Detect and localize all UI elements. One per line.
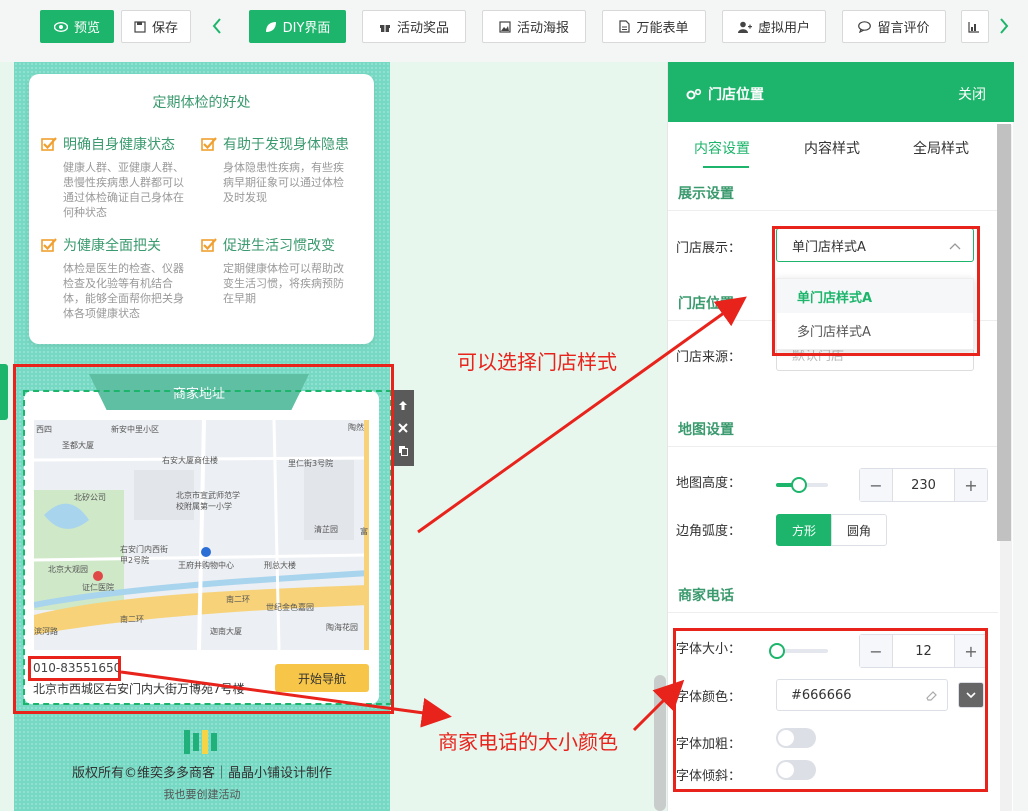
eye-icon <box>53 21 68 32</box>
comment-label: 留言评价 <box>877 21 930 36</box>
benefit-item: 为健康全面把关 体检是医生的检查、仪器检查及化验等有机结合体，能够全面帮你把关身… <box>41 235 191 321</box>
preview-scrollbar[interactable] <box>654 675 666 811</box>
diy-label: DIY界面 <box>282 21 331 36</box>
divider <box>668 446 998 447</box>
save-button[interactable]: 保存 <box>121 10 191 43</box>
annotation-box-phone <box>28 656 121 681</box>
comment-icon <box>858 20 872 33</box>
top-toolbar: 预览 保存 DIY界面 活动奖品 活动海报 万能表单 虚拟用户 留言评价 <box>0 0 1028 52</box>
benefit-item: 明确自身健康状态 健康人群、亚健康人群、患慢性疾病患人群都可以通过体检确证自己身… <box>41 134 191 220</box>
radius-label: 边角弧度： <box>676 524 742 539</box>
checkbox-icon <box>201 137 217 151</box>
poster-button[interactable]: 活动海报 <box>482 10 586 43</box>
document-icon <box>619 20 631 33</box>
form-button[interactable]: 万能表单 <box>602 10 706 43</box>
annotation-phone-style: 商家电话的大小颜色 <box>438 730 618 754</box>
scroll-right-icon[interactable] <box>996 14 1012 38</box>
tab-content-style[interactable]: 内容样式 <box>804 138 860 158</box>
annotation-box-phone-settings <box>673 628 988 792</box>
benefit-head: 有助于发现身体隐患 <box>223 137 349 153</box>
benefit-item: 促进生活习惯改变 定期健康体检可以帮助改变生活习惯，将疾病预防在早期 <box>201 235 351 306</box>
benefit-desc: 定期健康体检可以帮助改变生活习惯，将疾病预防在早期 <box>223 262 344 305</box>
divider <box>668 612 998 613</box>
poster-label: 活动海报 <box>516 21 569 36</box>
save-icon <box>134 20 146 33</box>
benefit-head: 为健康全面把关 <box>63 238 161 254</box>
save-label: 保存 <box>151 21 178 36</box>
delete-icon[interactable] <box>398 423 408 433</box>
radius-round-option[interactable]: 圆角 <box>831 514 887 546</box>
radius-square-option[interactable]: 方形 <box>776 514 832 546</box>
virtual-user-label: 虚拟用户 <box>757 21 810 36</box>
component-handle[interactable] <box>0 364 8 420</box>
active-tab-indicator <box>703 166 749 168</box>
image-icon <box>499 20 511 33</box>
copy-icon[interactable] <box>398 445 408 456</box>
map-height-value[interactable]: 230 <box>892 469 955 501</box>
move-up-icon[interactable] <box>398 400 408 411</box>
minus-icon[interactable]: − <box>860 469 892 501</box>
scroll-left-icon[interactable] <box>209 14 225 38</box>
prize-button[interactable]: 活动奖品 <box>362 10 466 43</box>
virtual-user-button[interactable]: 虚拟用户 <box>722 10 826 43</box>
benefit-desc: 健康人群、亚健康人群、患慢性疾病患人群都可以通过体检确证自己身体在何种状态 <box>63 161 184 219</box>
checkbox-icon <box>41 238 57 252</box>
benefit-head: 明确自身健康状态 <box>63 137 175 153</box>
annotation-box-dropdown <box>772 226 980 356</box>
store-display-label: 门店展示： <box>676 241 742 256</box>
annotation-store-style: 可以选择门店样式 <box>457 350 617 374</box>
display-section-title: 展示设置 <box>678 186 734 202</box>
diy-button[interactable]: DIY界面 <box>249 10 346 43</box>
benefits-card[interactable]: 定期体检的好处 明确自身健康状态 健康人群、亚健康人群、患慢性疾病患人群都可以通… <box>29 74 374 344</box>
benefits-title: 定期体检的好处 <box>29 92 374 118</box>
prize-label: 活动奖品 <box>396 21 449 36</box>
panel-title: 门店位置 <box>708 87 764 103</box>
tab-global-style[interactable]: 全局样式 <box>913 138 969 158</box>
checkbox-icon <box>201 238 217 252</box>
map-section-title: 地图设置 <box>678 422 734 438</box>
panel-scrollbar-thumb[interactable] <box>997 124 1011 541</box>
comment-button[interactable]: 留言评价 <box>842 10 946 43</box>
panel-header: 门店位置 关闭 <box>668 62 1014 122</box>
footer-logo <box>184 730 218 758</box>
checkbox-icon <box>41 137 57 151</box>
benefit-item: 有助于发现身体隐患 身体隐患性疾病，有些疾病早期征象可以通过体检及时发现 <box>201 134 351 205</box>
preview-button[interactable]: 预览 <box>40 10 114 43</box>
map-height-slider-knob[interactable] <box>791 477 807 493</box>
close-button[interactable]: 关闭 <box>958 84 986 104</box>
create-activity-link[interactable]: 我也要创建活动 <box>14 786 390 802</box>
footer-copyright: 版权所有©维奕多多商客｜晶晶小铺设计制作 <box>71 766 332 781</box>
location-section-title: 门店位置 <box>678 296 734 312</box>
map-height-label: 地图高度： <box>676 476 742 491</box>
benefit-desc: 体检是医生的检查、仪器检查及化验等有机结合体，能够全面帮你把关身体各项健康状态 <box>63 262 184 320</box>
benefit-desc: 身体隐患性疾病，有些疾病早期征象可以通过体检及时发现 <box>223 161 344 204</box>
tab-content-settings[interactable]: 内容设置 <box>694 138 750 158</box>
statistics-button[interactable] <box>961 10 989 43</box>
panel-tabs: 内容设置 内容样式 全局样式 <box>668 122 1014 172</box>
chart-icon <box>968 21 979 33</box>
form-label: 万能表单 <box>636 21 689 36</box>
phone-section-title: 商家电话 <box>678 588 734 604</box>
preview-label: 预览 <box>73 21 100 36</box>
add-user-icon <box>737 21 752 33</box>
gears-icon <box>686 88 702 99</box>
gift-icon <box>379 24 390 32</box>
divider <box>668 210 998 211</box>
store-source-label: 门店来源： <box>676 350 742 365</box>
component-actions <box>392 390 414 466</box>
plus-icon[interactable]: + <box>955 469 987 501</box>
map-height-stepper[interactable]: − 230 + <box>859 468 988 502</box>
benefit-head: 促进生活习惯改变 <box>223 238 335 254</box>
leaf-icon <box>265 21 276 32</box>
